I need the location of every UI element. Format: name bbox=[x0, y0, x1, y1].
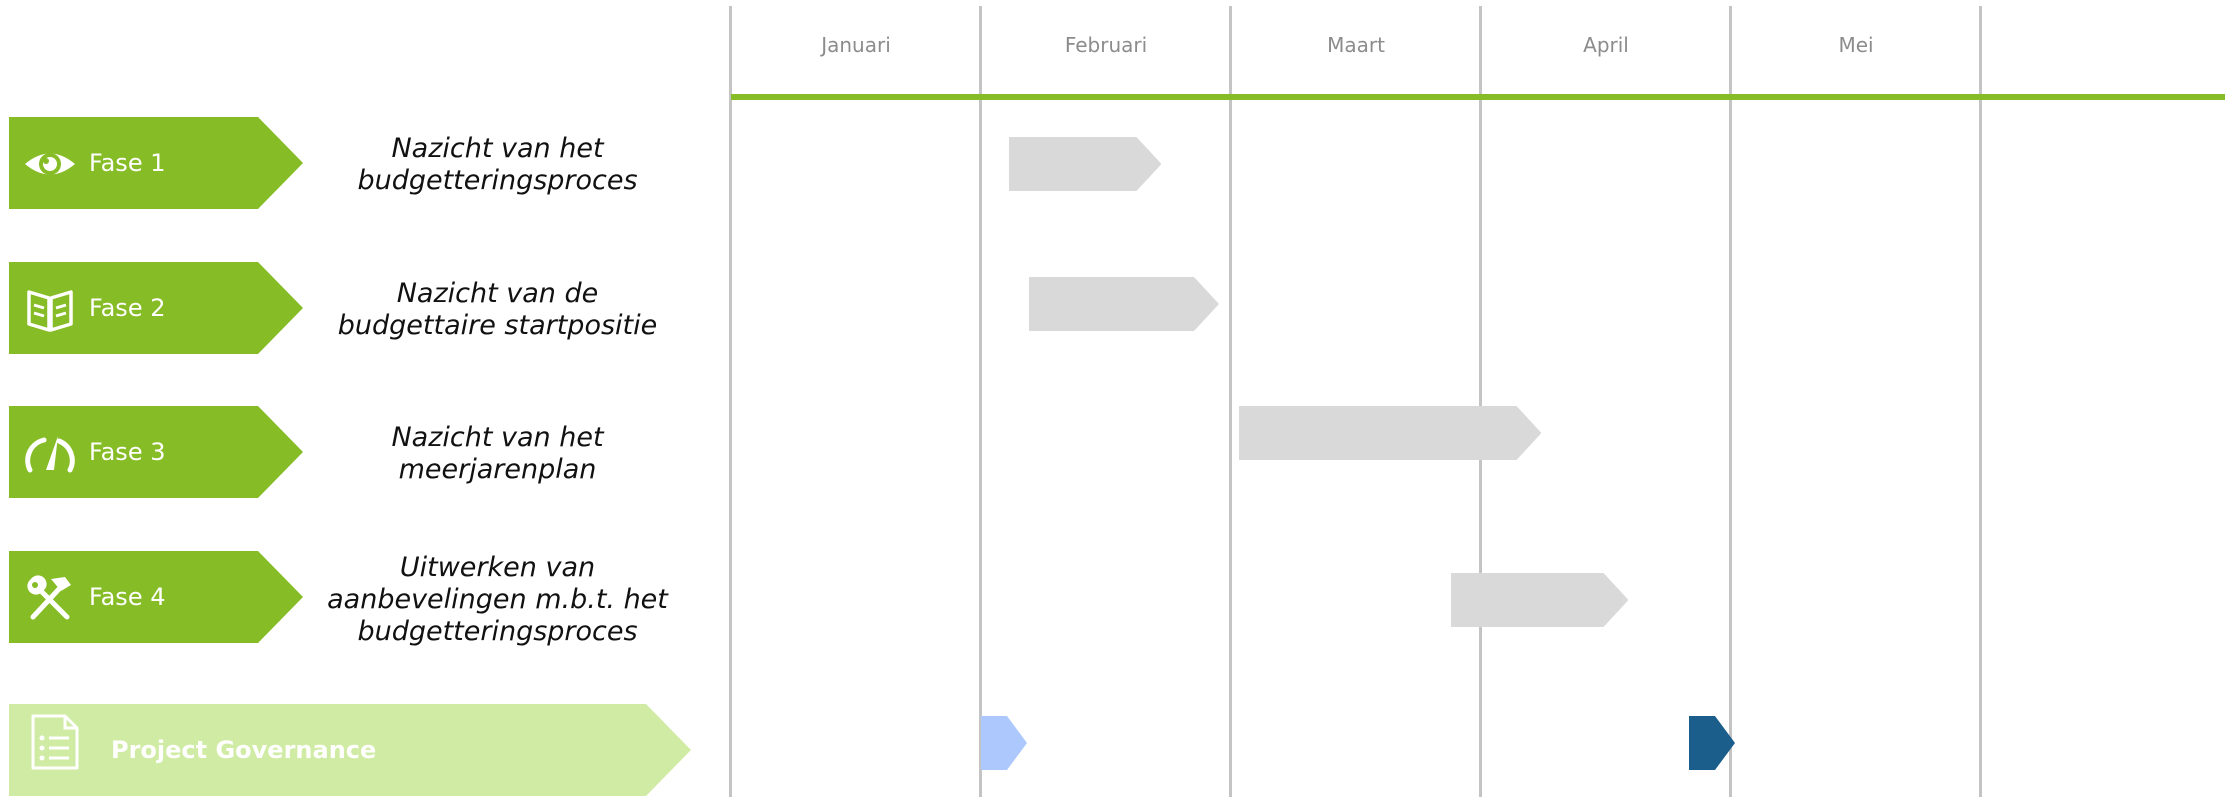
phase-description-fase-4: Uitwerken van aanbevelingen m.b.t. het b… bbox=[310, 552, 685, 648]
description-line: Nazicht van het bbox=[391, 133, 604, 164]
phase-description-fase-2: Nazicht van de budgettaire startpositie bbox=[310, 278, 685, 342]
description-line: aanbevelingen m.b.t. het bbox=[327, 584, 668, 615]
phase-tag-fase-3: Fase 3 bbox=[9, 406, 303, 498]
open-book-icon bbox=[25, 284, 75, 334]
header-divider bbox=[731, 94, 2225, 100]
phase-label: Fase 4 bbox=[89, 583, 166, 611]
gantt-bar-fase-2 bbox=[1028, 277, 1219, 331]
document-list-icon bbox=[25, 712, 85, 772]
grid-line bbox=[1729, 6, 1732, 797]
month-label-maart: Maart bbox=[1327, 33, 1385, 57]
phase-description-fase-1: Nazicht van het budgetteringsproces bbox=[310, 133, 685, 197]
milestone-marker bbox=[1688, 716, 1735, 770]
description-line: Nazicht van het bbox=[391, 422, 604, 453]
eye-icon bbox=[25, 139, 75, 189]
gantt-bar-fase-1 bbox=[1008, 137, 1161, 191]
speedometer-icon bbox=[25, 428, 75, 478]
phase-tag-fase-2: Fase 2 bbox=[9, 262, 303, 354]
grid-line bbox=[1479, 6, 1482, 797]
phase-label: Fase 2 bbox=[89, 294, 166, 322]
governance-label: Project Governance bbox=[111, 736, 377, 764]
tools-icon bbox=[25, 573, 75, 623]
phase-description-fase-3: Nazicht van het meerjarenplan bbox=[310, 422, 685, 486]
grid-line bbox=[1229, 6, 1232, 797]
gantt-bar-fase-4 bbox=[1451, 573, 1629, 627]
description-line: Uitwerken van bbox=[399, 552, 596, 583]
month-label-mei: Mei bbox=[1838, 33, 1874, 57]
month-label-april: April bbox=[1583, 33, 1629, 57]
milestone-marker bbox=[981, 716, 1027, 770]
governance-tag: Project Governance bbox=[9, 704, 691, 796]
grid-line bbox=[979, 6, 982, 797]
phase-label: Fase 1 bbox=[89, 149, 166, 177]
phase-label: Fase 3 bbox=[89, 438, 166, 466]
phase-tag-fase-4: Fase 4 bbox=[9, 551, 303, 643]
phase-tag-fase-1: Fase 1 bbox=[9, 117, 303, 209]
description-line: Nazicht van de bbox=[396, 278, 599, 309]
grid-line bbox=[1979, 6, 1982, 797]
gantt-bar-fase-3 bbox=[1238, 406, 1541, 460]
month-label-januari: Januari bbox=[821, 33, 891, 57]
description-line: budgetteringsproces bbox=[357, 165, 638, 196]
description-line: meerjarenplan bbox=[398, 454, 597, 485]
month-label-februari: Februari bbox=[1064, 33, 1148, 57]
description-line: budgetteringsproces bbox=[357, 616, 638, 647]
grid-line bbox=[729, 6, 732, 797]
description-line: budgettaire startpositie bbox=[337, 310, 658, 341]
